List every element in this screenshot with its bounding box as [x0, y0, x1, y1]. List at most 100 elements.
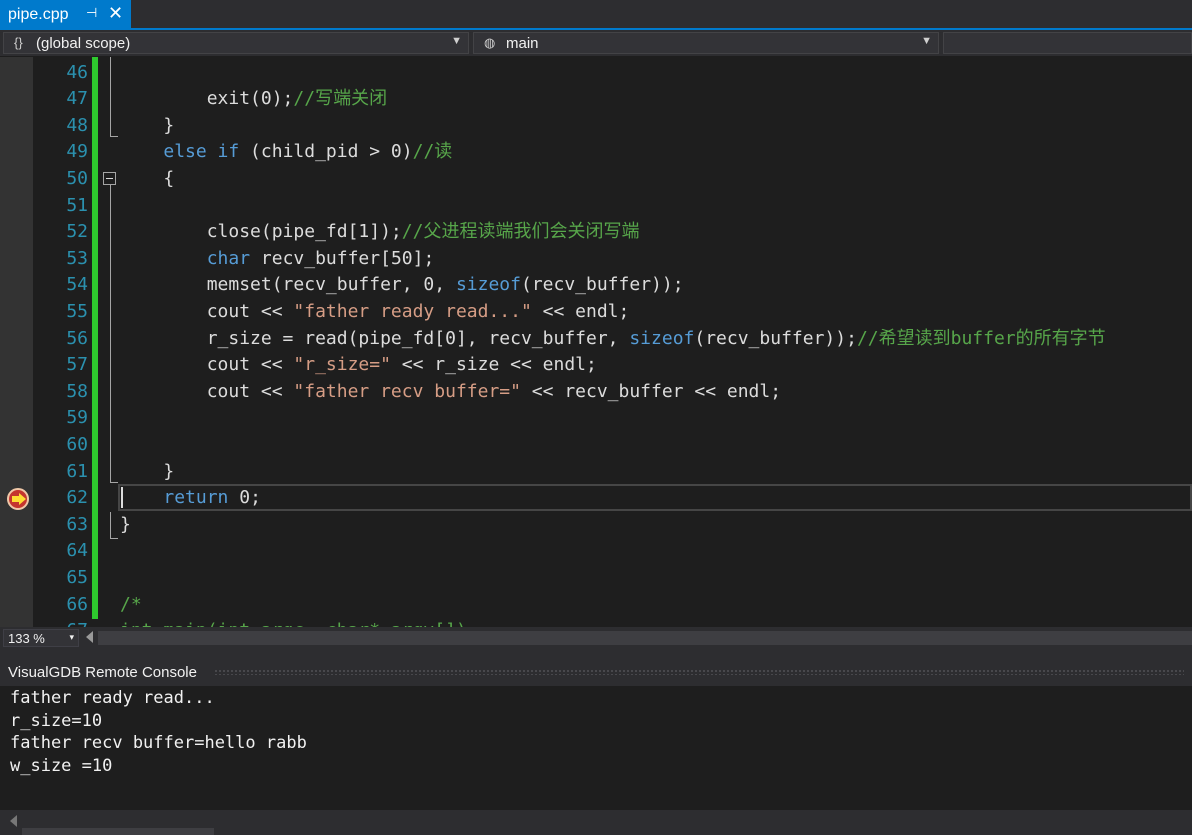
code-token: else if — [163, 141, 240, 163]
chevron-down-icon: ▼ — [451, 35, 462, 47]
scope-dropdown[interactable]: {} (global scope) ▼ — [3, 32, 469, 54]
code-token: "father ready read..." — [293, 300, 532, 322]
line-number: 56 — [66, 327, 88, 349]
code-line[interactable]: char recv_buffer[50]; — [120, 246, 435, 273]
code-token: << endl; — [531, 300, 630, 322]
method-icon: ◍ — [484, 35, 496, 50]
code-editor[interactable]: 46 47 48 49 50 51 52 53 54 55 56 57 58 59 60 61 62 63 64 65… — [0, 57, 1192, 627]
extra-dropdown[interactable] — [943, 32, 1192, 54]
line-number: 63 — [66, 513, 88, 535]
outline-guide — [110, 185, 111, 482]
remote-console-output[interactable]: father ready read... r_size=10 father re… — [0, 686, 1192, 810]
code-token: cout << — [120, 354, 294, 376]
outline-guide — [110, 512, 111, 538]
line-number: 50 — [66, 167, 88, 189]
code-token: cout << — [120, 300, 294, 322]
current-line-highlight — [118, 484, 1192, 511]
code-token: cout << — [120, 380, 294, 402]
member-value: main — [506, 35, 539, 52]
code-token: (child_pid > 0) — [239, 141, 413, 163]
code-line[interactable]: exit(0);//写端关闭 — [120, 86, 387, 113]
code-line[interactable]: cout << "father recv buffer=" << recv_bu… — [120, 379, 781, 406]
code-token: exit(0); — [120, 88, 294, 110]
horizontal-scrollbar[interactable] — [98, 631, 1192, 645]
indicator-margin[interactable] — [0, 57, 33, 627]
line-number: 47 — [66, 88, 88, 110]
code-token: //父进程读端我们会关闭写端 — [401, 221, 640, 243]
outline-guide-end — [110, 538, 118, 539]
line-number: 60 — [66, 433, 88, 455]
code-line[interactable]: r_size = read(pipe_fd[0], recv_buffer, s… — [120, 326, 1106, 353]
line-number: 53 — [66, 247, 88, 269]
code-line[interactable]: int main(int argc, char* argv[]) — [120, 618, 467, 627]
close-icon[interactable]: ✕ — [108, 3, 123, 24]
code-line[interactable]: memset(recv_buffer, 0, sizeof(recv_buffe… — [120, 272, 684, 299]
code-token: /* — [120, 593, 142, 615]
tab-filename: pipe.cpp — [8, 6, 69, 23]
chevron-down-icon: ▾ — [69, 632, 74, 642]
code-token: sizeof — [455, 274, 521, 296]
code-line[interactable]: return 0; — [120, 485, 261, 512]
code-line[interactable]: cout << "father ready read..." << endl; — [120, 299, 630, 326]
code-token: << recv_buffer << endl; — [520, 380, 782, 402]
code-line[interactable]: } — [120, 459, 174, 486]
line-number: 48 — [66, 114, 88, 136]
line-number: 58 — [66, 380, 88, 402]
outline-guide-end — [110, 136, 118, 137]
code-token: (recv_buffer)); — [520, 274, 684, 296]
line-number: 61 — [66, 460, 88, 482]
pin-icon[interactable]: ⊣ — [86, 5, 97, 21]
code-token: 0; — [228, 487, 261, 509]
console-line: father ready read... — [10, 688, 215, 708]
code-line[interactable]: else if (child_pid > 0)//读 — [120, 139, 452, 166]
change-tracking-bar — [92, 57, 98, 619]
zoom-dropdown[interactable]: 133 % ▾ — [3, 629, 79, 647]
code-line[interactable]: } — [120, 113, 174, 140]
line-number: 55 — [66, 300, 88, 322]
code-line[interactable]: close(pipe_fd[1]);//父进程读端我们会关闭写端 — [120, 219, 640, 246]
navigation-bar: {} (global scope) ▼ ◍ main ▼ — [0, 30, 1192, 56]
code-token: //读 — [412, 141, 453, 163]
scroll-left-icon[interactable] — [86, 631, 93, 643]
code-token: << r_size << endl; — [390, 354, 597, 376]
editor-status-strip: 133 % ▾ — [0, 627, 1192, 649]
code-token: } — [120, 513, 131, 535]
line-number: 57 — [66, 354, 88, 376]
code-token: } — [120, 114, 175, 136]
code-line[interactable]: cout << "r_size=" << r_size << endl; — [120, 352, 597, 379]
panel-drag-grip[interactable] — [214, 669, 1184, 675]
code-token: //希望读到buffer的所有字节 — [856, 327, 1106, 349]
scroll-left-icon[interactable] — [10, 815, 17, 827]
console-horizontal-scrollbar[interactable] — [0, 810, 1192, 835]
tab-pipe-cpp[interactable]: pipe.cpp ⊣ ✕ — [0, 0, 131, 28]
code-line[interactable]: { — [120, 166, 174, 193]
outline-guide — [110, 57, 111, 137]
document-tab-strip: pipe.cpp ⊣ ✕ — [0, 0, 1192, 30]
code-token: //写端关闭 — [293, 88, 388, 110]
line-number: 65 — [66, 566, 88, 588]
code-line[interactable]: /* — [120, 592, 142, 619]
line-number: 54 — [66, 274, 88, 296]
code-token: r_size = read(pipe_fd[0], recv_buffer, — [120, 327, 630, 349]
code-token: int main(int argc, char* argv[]) — [120, 620, 467, 627]
code-token: (recv_buffer)); — [694, 327, 857, 349]
scrollbar-thumb[interactable] — [22, 828, 214, 835]
line-number: 52 — [66, 221, 88, 243]
line-number-gutter: 46 47 48 49 50 51 52 53 54 55 56 57 58 59 60 61 62 63 64 65… — [33, 57, 92, 628]
line-number: 51 — [66, 194, 88, 216]
zoom-value: 133 % — [8, 631, 45, 646]
code-token: "r_size=" — [293, 354, 391, 376]
panel-splitter[interactable] — [0, 649, 1192, 658]
console-panel-header: VisualGDB Remote Console — [0, 658, 1192, 686]
line-number: 49 — [66, 141, 88, 163]
member-dropdown[interactable]: ◍ main ▼ — [473, 32, 939, 54]
code-token: close(pipe_fd[1]); — [120, 221, 402, 243]
code-token: } — [120, 460, 175, 482]
line-number: 62 — [66, 487, 88, 509]
braces-icon: {} — [14, 35, 23, 50]
collapse-toggle-icon[interactable] — [103, 172, 116, 185]
code-line[interactable]: } — [120, 512, 131, 539]
